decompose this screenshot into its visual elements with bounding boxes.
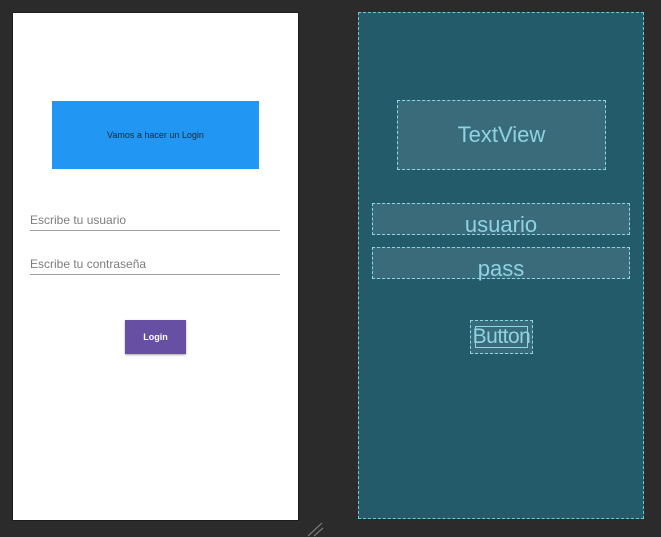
login-button-label: Login — [143, 332, 168, 342]
username-input[interactable] — [30, 210, 280, 231]
design-preview: Vamos a hacer un Login Login — [13, 13, 298, 520]
password-input[interactable] — [30, 254, 280, 275]
blueprint-preview: TextView usuario pass Button — [358, 12, 644, 519]
blueprint-password-field[interactable]: pass — [372, 247, 630, 281]
blueprint-username-label: usuario — [464, 212, 538, 237]
blueprint-password-label: pass — [477, 256, 525, 281]
login-button[interactable]: Login — [125, 320, 186, 354]
blueprint-textview-label: TextView — [457, 122, 546, 147]
title-textview[interactable]: Vamos a hacer un Login — [52, 101, 259, 169]
blueprint-button-label: Button — [472, 325, 531, 348]
blueprint-textview[interactable]: TextView — [397, 100, 606, 170]
resize-handle-icon[interactable] — [306, 522, 324, 537]
blueprint-button[interactable]: Button — [470, 320, 533, 354]
blueprint-username-field[interactable]: usuario — [372, 203, 630, 237]
title-textview-label: Vamos a hacer un Login — [107, 130, 204, 140]
